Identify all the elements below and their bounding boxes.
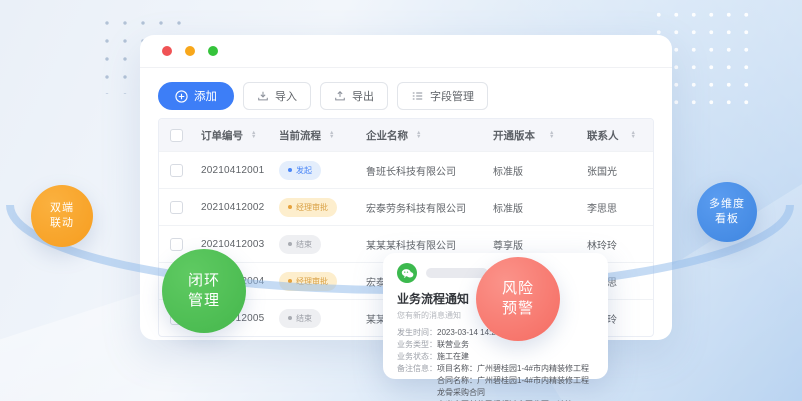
export-icon	[334, 90, 346, 102]
header-current-flow[interactable]: 当前流程▲▼	[271, 128, 358, 143]
stage-badge: 经理审批	[279, 198, 337, 217]
stage-dot-icon	[288, 168, 292, 172]
stage-badge: 发起	[279, 161, 321, 180]
contact-cell: 张国光	[579, 163, 654, 178]
stage-dot-icon	[288, 205, 292, 209]
company-cell: 宏泰劳务科技有限公司	[358, 200, 485, 215]
field-list-icon	[411, 90, 424, 102]
window-titlebar	[140, 35, 672, 68]
contact-cell: 林玲玲	[579, 237, 654, 252]
toolbar: 添加 导入 导出 字段管理	[140, 68, 672, 110]
row-checkbox[interactable]	[170, 201, 183, 214]
version-cell: 标准版	[485, 200, 579, 215]
field-management-button-label: 字段管理	[430, 88, 474, 104]
stage-badge: 结束	[279, 235, 321, 254]
row-checkbox[interactable]	[170, 164, 183, 177]
export-button[interactable]: 导出	[320, 82, 388, 110]
header-version[interactable]: 开通版本▲▼	[485, 128, 579, 143]
badge-multi-dimension-dashboard: 多维度 看板	[697, 182, 757, 242]
order-cell: 20210412001	[193, 165, 271, 176]
header-contact[interactable]: 联系人▲▼	[579, 128, 654, 143]
import-icon	[257, 90, 269, 102]
version-cell: 标准版	[485, 163, 579, 178]
row-checkbox[interactable]	[170, 238, 183, 251]
version-cell: 尊享版	[485, 237, 579, 252]
notification-field-status: 业务状态： 施工在建	[397, 351, 594, 363]
select-all-checkbox[interactable]	[170, 129, 183, 142]
badge-dual-end-linkage: 双端 联动	[31, 185, 93, 247]
order-cell: 20210412003	[193, 239, 271, 250]
stage-badge: 结束	[279, 309, 321, 328]
add-button[interactable]: 添加	[158, 82, 234, 110]
sort-icon[interactable]: ▲▼	[416, 131, 421, 140]
window-minimize-dot[interactable]	[185, 46, 195, 56]
stage-dot-icon	[288, 279, 292, 283]
sort-icon[interactable]: ▲▼	[251, 131, 256, 140]
sender-placeholder	[426, 268, 488, 278]
header-order-number[interactable]: 订单编号▲▼	[193, 128, 271, 143]
field-management-button[interactable]: 字段管理	[397, 82, 488, 110]
sort-icon[interactable]: ▲▼	[329, 131, 334, 140]
stage-dot-icon	[288, 242, 292, 246]
header-company-name[interactable]: 企业名称▲▼	[358, 128, 485, 143]
contact-cell: 李思思	[579, 200, 654, 215]
notification-field-remark: 备注信息： 项目名称：广州碧桂园1-4#市内精装修工程 合同名称：广州碧桂园1-…	[397, 363, 594, 401]
plus-circle-icon	[175, 90, 188, 103]
order-cell: 20210412002	[193, 202, 271, 213]
stage-badge: 经理审批	[279, 272, 337, 291]
import-button-label: 导入	[275, 88, 297, 104]
export-button-label: 导出	[352, 88, 374, 104]
wechat-icon	[397, 263, 417, 283]
badge-risk-warning: 风险 预警	[476, 257, 560, 341]
sort-icon[interactable]: ▲▼	[631, 131, 636, 140]
badge-closed-loop-management: 闭环 管理	[162, 249, 246, 333]
import-button[interactable]: 导入	[243, 82, 311, 110]
table-header-row: 订单编号▲▼ 当前流程▲▼ 企业名称▲▼ 开通版本▲▼ 联系人▲▼	[159, 119, 653, 151]
notification-field-type: 业务类型： 联营业务	[397, 339, 594, 351]
stage-dot-icon	[288, 316, 292, 320]
table-row: 20210412001 发起 鲁班长科技有限公司 标准版 张国光	[159, 151, 653, 188]
table-row: 20210412002 经理审批 宏泰劳务科技有限公司 标准版 李思思	[159, 188, 653, 225]
company-cell: 鲁班长科技有限公司	[358, 163, 485, 178]
window-maximize-dot[interactable]	[208, 46, 218, 56]
add-button-label: 添加	[194, 88, 217, 104]
company-cell: 某某某科技有限公司	[358, 237, 485, 252]
sort-icon[interactable]: ▲▼	[549, 131, 554, 140]
window-close-dot[interactable]	[162, 46, 172, 56]
